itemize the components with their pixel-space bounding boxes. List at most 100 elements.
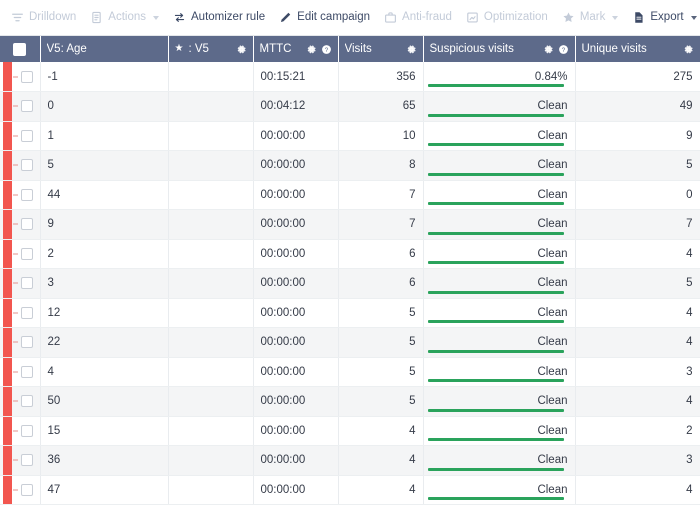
suspicious-visits-bar [427,84,565,87]
row-checkbox[interactable] [21,306,33,319]
row-expand-dash-icon [13,223,18,225]
table-row[interactable]: 5 00:00:00 8 Clean 5 [0,150,700,181]
cell-age: 0 [40,91,169,122]
cell-suspicious-visits: Clean [423,298,576,328]
row-select-cell[interactable] [0,180,41,210]
table-row[interactable]: 22 00:00:00 5 Clean 4 [0,327,700,358]
row-select-cell[interactable] [0,357,41,387]
table-row[interactable]: -1 00:15:21 356 0.84% 275 [0,62,700,92]
cell-mttc: 00:00:00 [253,445,339,476]
row-status-indicator [3,210,12,239]
select-all-header[interactable] [0,36,41,62]
row-checkbox[interactable] [21,188,33,201]
suspicious-visits-bar [427,467,565,471]
row-checkbox[interactable] [21,483,33,496]
gear-icon[interactable] [683,44,694,55]
cell-age: 15 [40,416,169,446]
cell-unique-visits: 4 [575,327,700,358]
gear-icon[interactable] [306,44,317,55]
cell-v5 [168,416,254,446]
column-header-mttc[interactable]: MTTC? [253,36,339,62]
cell-v5 [168,150,254,181]
gear-icon[interactable] [406,44,417,55]
column-header-age[interactable]: V5: Age [40,36,169,62]
row-expand-dash-icon [13,341,18,343]
cell-age: 12 [40,298,169,328]
toolbar-button-label: Edit campaign [297,10,371,23]
toolbar-button-edit-campaign[interactable]: Edit campaign [272,8,377,27]
row-checkbox[interactable] [21,454,33,467]
row-select-cell[interactable] [0,150,41,181]
toolbar-button-export[interactable]: Export [625,8,700,27]
cell-unique-visits: 3 [575,445,700,476]
row-status-indicator [3,62,12,91]
cell-mttc: 00:00:00 [253,239,339,269]
table-row[interactable]: 0 00:04:12 65 Clean 49 [0,91,700,122]
row-checkbox[interactable] [21,336,33,349]
row-select-cell[interactable] [0,209,41,240]
table-row[interactable]: 15 00:00:00 4 Clean 2 [0,416,700,446]
toolbar-button-label: Automizer rule [191,10,266,23]
row-checkbox[interactable] [21,365,33,378]
row-select-cell[interactable] [0,327,41,358]
help-icon[interactable]: ? [321,44,332,55]
cell-v5 [168,91,254,122]
table-row[interactable]: 12 00:00:00 5 Clean 4 [0,298,700,328]
row-select-cell[interactable] [0,239,41,269]
cell-visits: 5 [338,357,424,387]
row-select-cell[interactable] [0,386,41,417]
table-row[interactable]: 9 00:00:00 7 Clean 7 [0,209,700,240]
row-checkbox[interactable] [21,277,33,290]
column-header-susp[interactable]: Suspicious visits? [423,36,576,62]
svg-text:?: ? [324,46,328,53]
row-select-cell[interactable] [0,268,41,299]
row-select-cell[interactable] [0,475,41,505]
cell-v5 [168,180,254,210]
row-checkbox[interactable] [21,247,33,260]
table-row[interactable]: 1 00:00:00 10 Clean 9 [0,121,700,151]
table-row[interactable]: 44 00:00:00 7 Clean 0 [0,180,700,210]
table-row[interactable]: 36 00:00:00 4 Clean 3 [0,445,700,476]
cell-age: 2 [40,239,169,269]
cell-unique-visits: 4 [575,239,700,269]
column-header-v5[interactable]: ★: V5 [168,36,254,62]
table-row[interactable]: 50 00:00:00 5 Clean 4 [0,386,700,417]
suspicious-visits-bar [427,379,565,382]
select-all-checkbox[interactable] [13,42,27,56]
row-select-cell[interactable] [0,298,41,328]
row-checkbox[interactable] [21,159,33,172]
column-header-uniq[interactable]: Unique visits [575,36,700,62]
suspicious-visits-bar [427,261,565,264]
gear-icon[interactable] [543,44,554,55]
cell-unique-visits: 3 [575,357,700,387]
cell-v5 [168,268,254,299]
cell-suspicious-visits: Clean [423,327,576,358]
cell-suspicious-visits: Clean [423,445,576,476]
row-checkbox[interactable] [21,424,33,437]
row-select-cell[interactable] [0,416,41,446]
row-checkbox[interactable] [21,129,33,142]
cell-v5 [168,62,254,92]
row-checkbox[interactable] [21,100,33,113]
cell-mttc: 00:00:00 [253,327,339,358]
suspicious-visits-bar [427,202,565,205]
table-row[interactable]: 47 00:00:00 4 Clean 4 [0,475,700,505]
table-row[interactable]: 4 00:00:00 5 Clean 3 [0,357,700,387]
row-select-cell[interactable] [0,91,41,122]
gear-icon[interactable] [236,44,247,55]
row-select-cell[interactable] [0,121,41,151]
column-header-visits[interactable]: Visits [338,36,424,62]
row-select-cell[interactable] [0,62,41,92]
help-icon[interactable]: ? [558,44,569,55]
suspicious-visits-bar [427,320,565,323]
toolbar-button-automizer-rule[interactable]: Automizer rule [166,8,272,27]
table-row[interactable]: 3 00:00:00 6 Clean 5 [0,268,700,299]
row-checkbox[interactable] [21,70,33,83]
row-checkbox[interactable] [21,395,33,408]
row-status-indicator [3,239,12,268]
row-status-indicator [3,92,12,121]
table-row[interactable]: 2 00:00:00 6 Clean 4 [0,239,700,269]
data-grid: V5: Age ★: V5 MTTC? Visits Suspicious visits… [0,36,700,505]
row-select-cell[interactable] [0,445,41,476]
row-checkbox[interactable] [21,218,33,231]
